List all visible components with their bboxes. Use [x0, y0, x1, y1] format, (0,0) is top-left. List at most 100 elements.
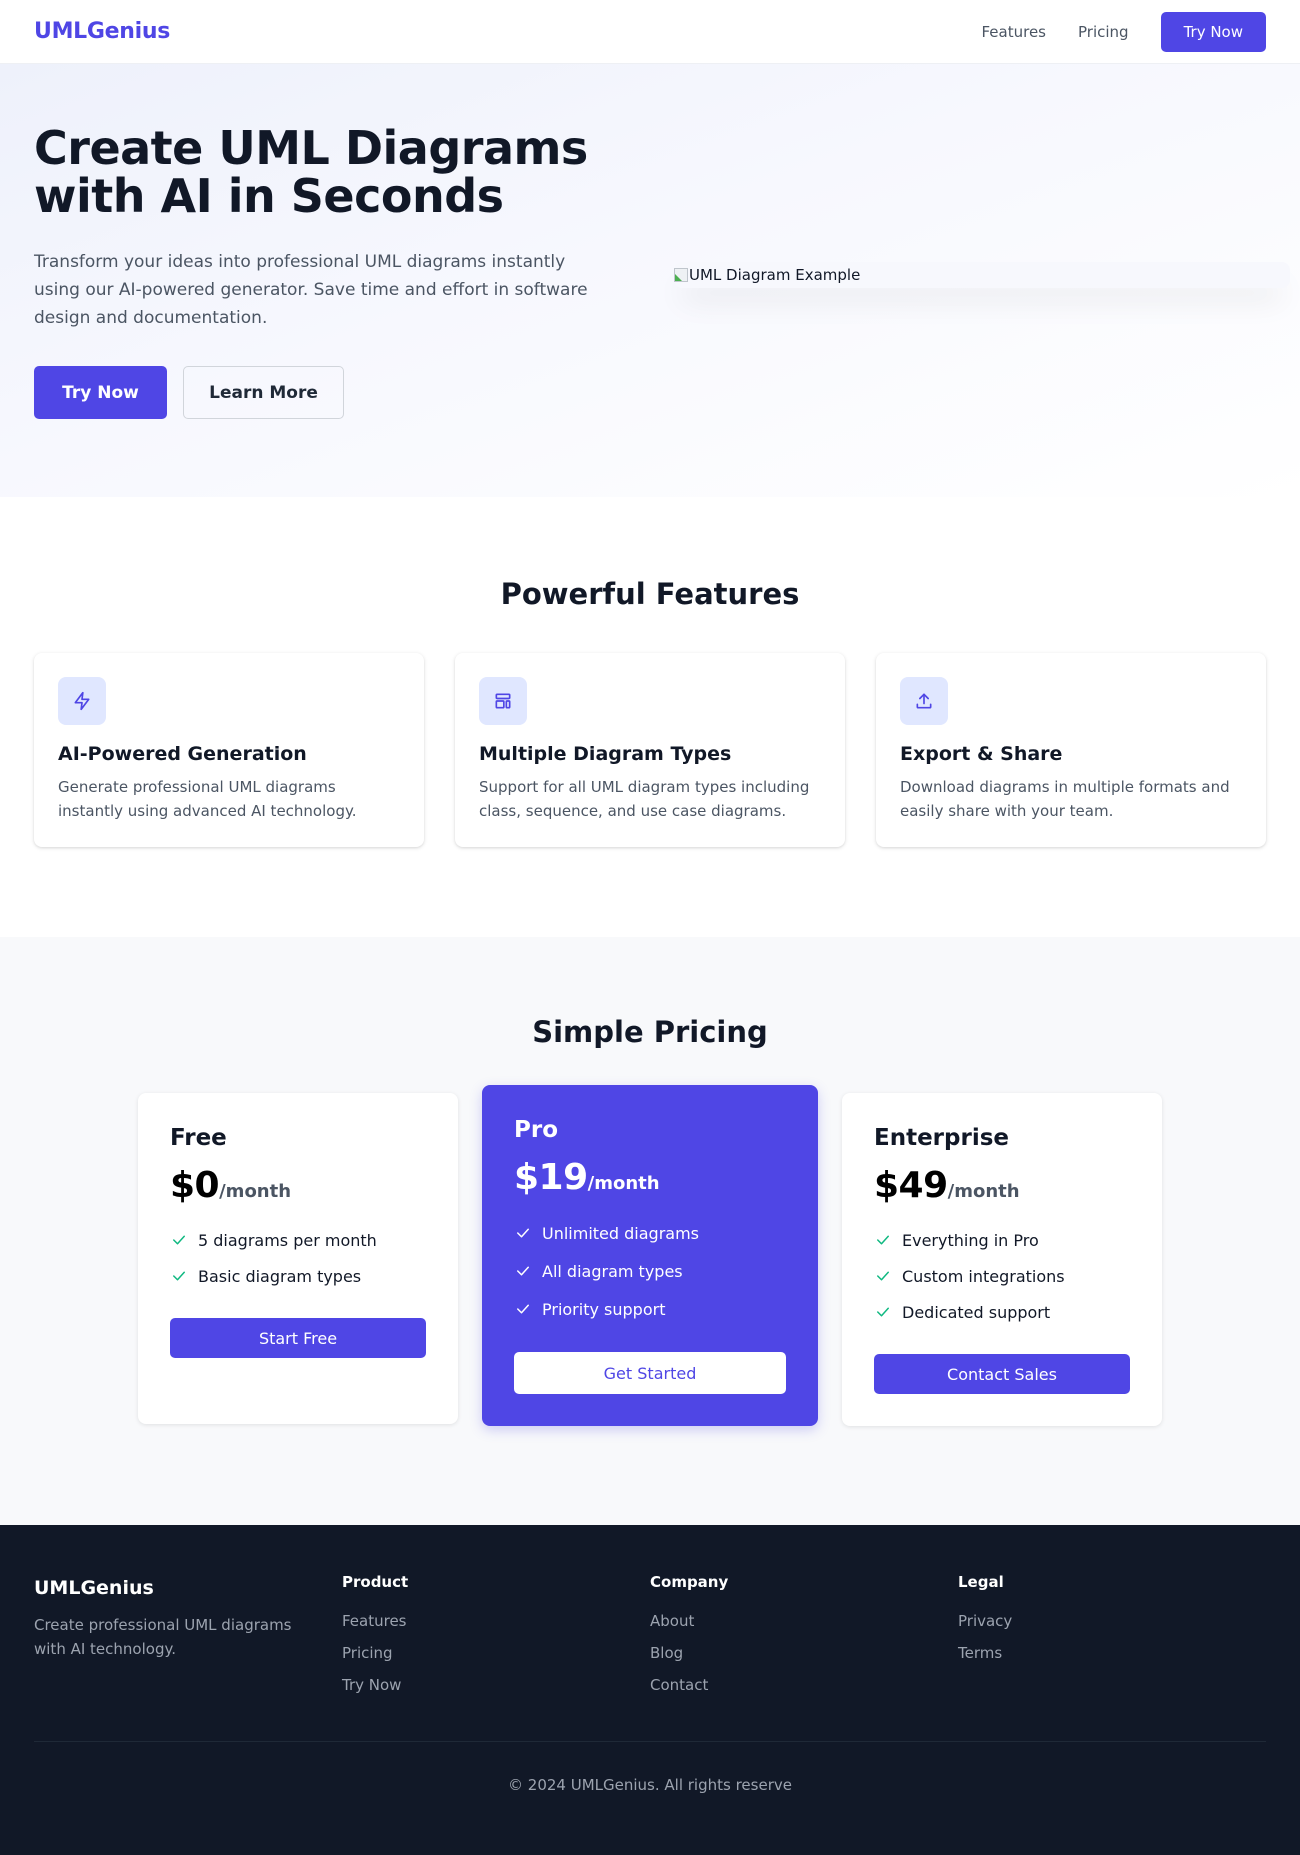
hero-buttons: Try Now Learn More [34, 366, 604, 419]
feature-grid: AI-Powered Generation Generate professio… [34, 653, 1266, 847]
feature-icon-box [900, 677, 948, 725]
plan-feature-item: Custom integrations [874, 1258, 1130, 1294]
hero-title-line-2: with AI in Seconds [34, 169, 504, 223]
feature-description: Download diagrams in multiple formats an… [900, 778, 1230, 820]
top-navbar: UMLGenius Features Pricing Try Now [0, 0, 1300, 64]
plan-feature-list: Unlimited diagrams All diagram types Pri… [514, 1214, 786, 1328]
plan-card-free: Free $0 /month 5 diagrams per month Basi… [138, 1093, 458, 1424]
plan-feature-list: 5 diagrams per month Basic diagram types [170, 1222, 426, 1294]
plan-feature-text: Unlimited diagrams [542, 1223, 699, 1243]
footer-links: Privacy Terms [958, 1605, 1266, 1669]
feature-description: Generate professional UML diagrams insta… [58, 778, 357, 820]
plan-feature-item: Everything in Pro [874, 1222, 1130, 1258]
copyright-text: © 2024 UMLGenius. All rights reserve [508, 1776, 792, 1794]
plan-feature-item: All diagram types [514, 1252, 786, 1290]
footer-link-try-now[interactable]: Try Now [342, 1669, 650, 1701]
feature-card-diagram-types: Multiple Diagram Types Support for all U… [455, 653, 845, 847]
plan-price: $49 /month [874, 1165, 1130, 1206]
price-period: /month [947, 1181, 1020, 1202]
plan-feature-item: Dedicated support [874, 1294, 1130, 1330]
feature-card-ai-generation: AI-Powered Generation Generate professio… [34, 653, 424, 847]
plan-card-enterprise: Enterprise $49 /month Everything in Pro … [842, 1093, 1162, 1426]
plan-price: $19 /month [514, 1157, 786, 1198]
footer-brand: UMLGenius [34, 1577, 154, 1599]
price-period: /month [587, 1173, 660, 1194]
contact-sales-button[interactable]: Contact Sales [874, 1354, 1130, 1394]
footer-heading: Legal [958, 1573, 1004, 1591]
footer-brand-column: UMLGenius Create professional UML diagra… [34, 1573, 342, 1701]
hero-section: Create UML Diagrams with AI in Seconds T… [0, 64, 1300, 497]
plan-feature-item: Basic diagram types [170, 1258, 426, 1294]
plan-name: Enterprise [874, 1125, 1010, 1151]
footer-tagline: Create professional UML diagrams with AI… [34, 1616, 292, 1658]
footer-links: Features Pricing Try Now [342, 1605, 650, 1701]
plan-feature-item: Unlimited diagrams [514, 1214, 786, 1252]
layout-icon [495, 693, 511, 709]
features-section: Powerful Features AI-Powered Generation … [0, 497, 1300, 937]
plan-feature-text: Dedicated support [902, 1302, 1051, 1322]
price-period: /month [219, 1181, 292, 1202]
footer-link-features[interactable]: Features [342, 1605, 650, 1637]
hero-try-now-button[interactable]: Try Now [34, 366, 167, 419]
footer-heading: Company [650, 1573, 729, 1591]
feature-icon-box [479, 677, 527, 725]
hero-title: Create UML Diagrams with AI in Seconds [34, 124, 604, 220]
check-icon [517, 1266, 529, 1276]
feature-title: AI-Powered Generation [58, 743, 307, 765]
footer-link-blog[interactable]: Blog [650, 1637, 958, 1669]
footer-grid: UMLGenius Create professional UML diagra… [34, 1573, 1266, 1701]
plan-name: Free [170, 1125, 227, 1151]
plan-feature-text: Priority support [542, 1299, 666, 1319]
check-icon [877, 1235, 889, 1245]
pricing-grid: Free $0 /month 5 diagrams per month Basi… [0, 1085, 1300, 1426]
footer-link-pricing[interactable]: Pricing [342, 1637, 650, 1669]
plan-feature-text: Custom integrations [902, 1266, 1065, 1286]
footer-heading: Product [342, 1573, 409, 1591]
features-title: Powerful Features [500, 577, 800, 611]
check-icon [173, 1235, 185, 1245]
brand-logo[interactable]: UMLGenius [34, 19, 170, 44]
price-amount: $0 [170, 1165, 220, 1206]
footer-link-terms[interactable]: Terms [958, 1637, 1266, 1669]
pricing-section: Simple Pricing Free $0 /month 5 diagrams… [0, 937, 1300, 1525]
price-amount: $49 [874, 1165, 948, 1206]
lightning-icon [74, 691, 90, 711]
plan-feature-text: Basic diagram types [198, 1266, 362, 1286]
check-icon [517, 1228, 529, 1238]
nav-links: Features Pricing Try Now [950, 11, 1266, 52]
feature-description: Support for all UML diagram types includ… [479, 778, 810, 820]
plan-feature-text: All diagram types [542, 1261, 683, 1281]
plan-feature-list: Everything in Pro Custom integrations De… [874, 1222, 1130, 1330]
plan-feature-text: Everything in Pro [902, 1230, 1039, 1250]
plan-feature-item: Priority support [514, 1290, 786, 1328]
nav-link-features[interactable]: Features [982, 23, 1047, 41]
hero-title-line-1: Create UML Diagrams [34, 121, 588, 175]
hero-learn-more-button[interactable]: Learn More [183, 366, 344, 419]
footer-link-privacy[interactable]: Privacy [958, 1605, 1266, 1637]
start-free-button[interactable]: Start Free [170, 1318, 426, 1358]
nav-link-pricing[interactable]: Pricing [1078, 23, 1129, 41]
footer-column-company: Company About Blog Contact [650, 1573, 958, 1701]
price-amount: $19 [514, 1157, 588, 1198]
broken-image-icon [674, 268, 688, 282]
plan-name: Pro [514, 1117, 559, 1143]
check-icon [877, 1307, 889, 1317]
hero-subtitle: Transform your ideas into professional U… [34, 252, 588, 328]
feature-card-export-share: Export & Share Download diagrams in mult… [876, 653, 1266, 847]
hero-text: Create UML Diagrams with AI in Seconds T… [34, 64, 604, 419]
upload-icon [916, 693, 932, 709]
uml-diagram-image: UML Diagram Example [674, 262, 1290, 288]
footer-link-contact[interactable]: Contact [650, 1669, 958, 1701]
image-alt-text: UML Diagram Example [689, 266, 861, 284]
feature-title: Export & Share [900, 743, 1063, 765]
check-icon [877, 1271, 889, 1281]
feature-icon-box [58, 677, 106, 725]
footer-link-about[interactable]: About [650, 1605, 958, 1637]
nav-try-now-button[interactable]: Try Now [1160, 11, 1266, 52]
check-icon [173, 1271, 185, 1281]
footer-links: About Blog Contact [650, 1605, 958, 1701]
check-icon [517, 1304, 529, 1314]
footer-divider [34, 1741, 1266, 1742]
get-started-button[interactable]: Get Started [514, 1352, 786, 1394]
hero-visual: UML Diagram Example [674, 64, 1290, 419]
